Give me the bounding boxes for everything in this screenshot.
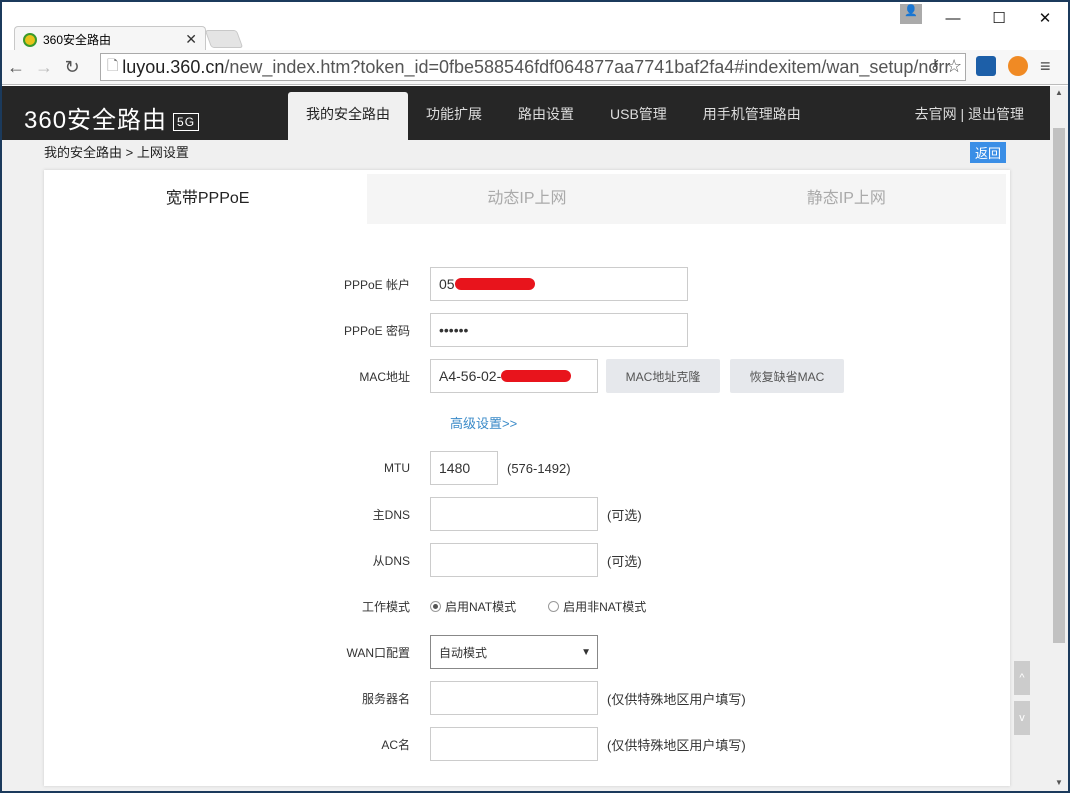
- radio-checked-icon: [430, 601, 441, 612]
- scroll-down-arrow-icon[interactable]: ▼: [1055, 778, 1063, 787]
- mtu-label: MTU: [44, 461, 430, 475]
- mac-input[interactable]: A4-56-02-: [430, 359, 598, 393]
- menu-icon[interactable]: ≡: [1040, 56, 1060, 76]
- mtu-value: 1480: [439, 460, 470, 476]
- non-nat-mode-radio[interactable]: 启用非NAT模式: [548, 598, 646, 615]
- logout-link[interactable]: 退出管理: [968, 106, 1024, 122]
- scroll-down-button[interactable]: v: [1014, 701, 1030, 735]
- pppoe-account-input[interactable]: 05: [430, 267, 688, 301]
- browser-toolbar: ← → ↻ 🗋 luyou.360.cn/new_index.htm?token…: [2, 50, 1068, 85]
- top-nav: 360安全路由 5G 我的安全路由 功能扩展 路由设置 USB管理 用手机管理路由…: [2, 86, 1050, 140]
- nav-router-settings[interactable]: 路由设置: [500, 92, 592, 140]
- nav-my-router[interactable]: 我的安全路由: [288, 92, 408, 140]
- primary-dns-input[interactable]: [430, 497, 598, 531]
- close-tab-icon[interactable]: ✕: [185, 31, 197, 48]
- server-hint: (仅供特殊地区用户填写): [607, 689, 746, 708]
- breadcrumb: 我的安全路由 > 上网设置: [44, 142, 189, 161]
- browser-window: 360安全路由 ✕ 👤 — ☐ ✕ ← → ↻ 🗋 luyou.360.cn/n…: [2, 2, 1068, 791]
- password-value: ••••••: [439, 322, 468, 338]
- maximize-button[interactable]: ☐: [976, 4, 1022, 32]
- tab-pppoe[interactable]: 宽带PPPoE: [48, 174, 367, 224]
- dns2-label: 从DNS: [44, 552, 430, 569]
- new-tab-button[interactable]: [205, 30, 244, 48]
- official-site-link[interactable]: 去官网: [915, 106, 957, 122]
- scrollbar-thumb[interactable]: [1053, 128, 1065, 643]
- breadcrumb-current: 上网设置: [137, 145, 189, 160]
- pppoe-password-input[interactable]: ••••••: [430, 313, 688, 347]
- breadcrumb-home[interactable]: 我的安全路由: [44, 145, 122, 160]
- ac-name-input[interactable]: [430, 727, 598, 761]
- tab-strip: 360安全路由 ✕ 👤 — ☐ ✕: [2, 2, 1068, 50]
- page-scrollbar[interactable]: ▲ ▼: [1050, 86, 1068, 791]
- mac-label: MAC地址: [44, 368, 430, 385]
- reload-icon[interactable]: ↻: [58, 57, 86, 78]
- 360-favicon-icon: [23, 33, 37, 47]
- mac-clone-button[interactable]: MAC地址克隆: [606, 359, 720, 393]
- radio-unchecked-icon: [548, 601, 559, 612]
- redaction-mark: [455, 278, 535, 290]
- breadcrumb-sep: >: [126, 145, 134, 160]
- tab-dhcp[interactable]: 动态IP上网: [367, 174, 686, 224]
- non-nat-mode-label: 启用非NAT模式: [563, 600, 646, 614]
- wan-mode-select[interactable]: 自动模式 ▼: [430, 635, 598, 669]
- page-content: 360安全路由 5G 我的安全路由 功能扩展 路由设置 USB管理 用手机管理路由…: [2, 86, 1050, 791]
- mac-value: A4-56-02-: [439, 368, 501, 384]
- ac-hint: (仅供特殊地区用户填写): [607, 735, 746, 754]
- redaction-mark: [501, 370, 571, 382]
- wan-label: WAN口配置: [44, 644, 430, 661]
- minimize-button[interactable]: —: [930, 4, 976, 32]
- back-button[interactable]: 返回: [970, 142, 1006, 163]
- separator: |: [960, 106, 964, 122]
- back-icon[interactable]: ←: [2, 57, 30, 78]
- nat-mode-label: 启用NAT模式: [445, 600, 516, 614]
- mac-restore-button[interactable]: 恢复缺省MAC: [730, 359, 844, 393]
- tab-title: 360安全路由: [43, 31, 111, 48]
- user-icon[interactable]: 👤: [900, 4, 922, 24]
- secondary-dns-input[interactable]: [430, 543, 598, 577]
- dropdown-arrow-icon: ▼: [581, 647, 591, 658]
- advanced-settings-link[interactable]: 高级设置>>: [450, 413, 517, 432]
- scroll-up-button[interactable]: ^: [1014, 661, 1030, 695]
- url-path: /new_index.htm?token_id=0fbe588546fdf064…: [224, 57, 950, 78]
- extension-hui-icon[interactable]: [1008, 56, 1028, 76]
- wan-mode-value: 自动模式: [439, 644, 487, 661]
- mtu-input[interactable]: 1480: [430, 451, 498, 485]
- close-window-button[interactable]: ✕: [1022, 4, 1068, 32]
- nat-mode-radio[interactable]: 启用NAT模式: [430, 598, 516, 615]
- ac-label: AC名: [44, 736, 430, 753]
- mode-label: 工作模式: [44, 598, 430, 615]
- nav-usb[interactable]: USB管理: [592, 92, 685, 140]
- 5g-badge: 5G: [173, 113, 199, 131]
- wan-settings-card: 宽带PPPoE 动态IP上网 静态IP上网 PPPoE 帐户 05 PPPoE …: [44, 170, 1010, 786]
- brand-logo[interactable]: 360安全路由 5G: [24, 100, 199, 135]
- mtu-hint: (576-1492): [507, 461, 571, 476]
- dns1-hint: (可选): [607, 505, 642, 524]
- nav-mobile[interactable]: 用手机管理路由: [685, 92, 819, 140]
- brand-name: 360安全路由: [24, 107, 167, 134]
- nav-extensions[interactable]: 功能扩展: [408, 92, 500, 140]
- extension-icon[interactable]: [976, 56, 996, 76]
- tab-static-ip[interactable]: 静态IP上网: [687, 174, 1006, 224]
- url-host: luyou.360.cn: [122, 57, 224, 78]
- address-bar[interactable]: 🗋 luyou.360.cn/new_index.htm?token_id=0f…: [100, 53, 966, 81]
- star-icon[interactable]: ☆: [946, 56, 966, 76]
- page-icon: 🗋: [107, 55, 118, 79]
- forward-icon[interactable]: →: [30, 57, 58, 78]
- dns1-label: 主DNS: [44, 506, 430, 523]
- account-value: 05: [439, 276, 455, 292]
- server-label: 服务器名: [44, 690, 430, 707]
- server-name-input[interactable]: [430, 681, 598, 715]
- dns2-hint: (可选): [607, 551, 642, 570]
- password-label: PPPoE 密码: [44, 322, 430, 339]
- account-label: PPPoE 帐户: [44, 276, 430, 293]
- browser-tab[interactable]: 360安全路由 ✕: [14, 26, 206, 52]
- scroll-up-arrow-icon[interactable]: ▲: [1055, 88, 1063, 97]
